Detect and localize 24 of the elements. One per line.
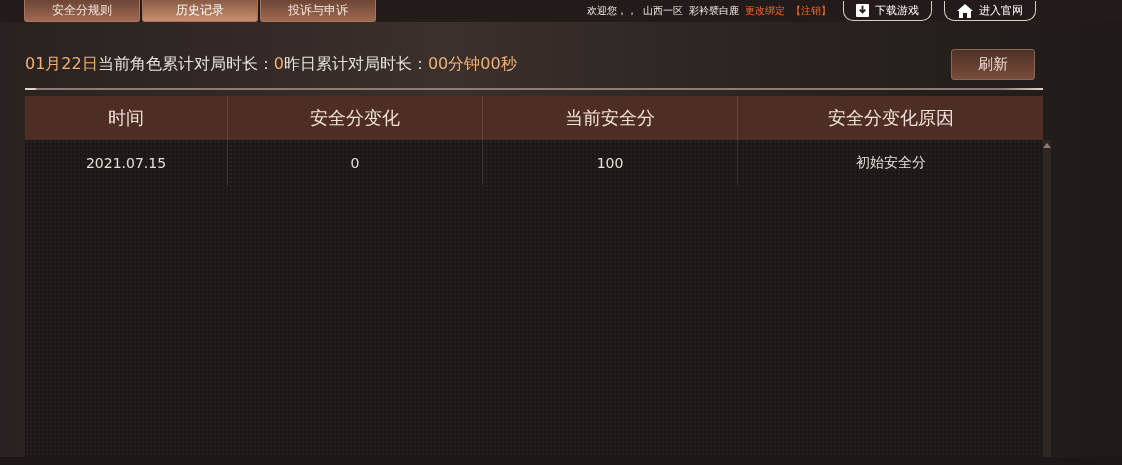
logout-link[interactable]: 【注销】 [791, 4, 831, 18]
column-header: 当前安全分 [483, 96, 738, 140]
yesterday-duration-value: 00分钟00秒 [427, 53, 517, 73]
table-cell: 100 [483, 140, 738, 185]
column-header: 安全分变化原因 [826, 106, 955, 130]
table-cell: 0 [228, 140, 483, 185]
download-button[interactable]: 下载游戏 [843, 1, 932, 21]
greeting-text: 欢迎您，， [587, 4, 637, 18]
column-header: 时间 [25, 96, 228, 140]
website-button[interactable]: 进入官网 [944, 1, 1036, 21]
refresh-button[interactable]: 刷新 [951, 48, 1035, 80]
role-name: 彩衿襞白鹿 [689, 4, 739, 18]
rebind-link[interactable]: 更改绑定 [745, 4, 785, 18]
table-cell: 2021.07.15 [25, 140, 228, 185]
tab[interactable]: 安全分规则 [24, 0, 140, 22]
tab[interactable]: 投诉与申诉 [260, 0, 376, 22]
current-duration-label: 当前角色累计对局时长： [97, 53, 274, 73]
tab[interactable]: 历史记录 [142, 0, 258, 22]
current-duration-value: 0 [273, 53, 284, 73]
column-header: 安全分变化 [228, 96, 483, 140]
server-name: 山西一区 [643, 4, 683, 18]
table-cell-text: 初始安全分 [854, 152, 927, 172]
yesterday-duration-label: 昨日累计对局时长： [283, 53, 428, 73]
date-text: 01月22日 [25, 53, 98, 73]
